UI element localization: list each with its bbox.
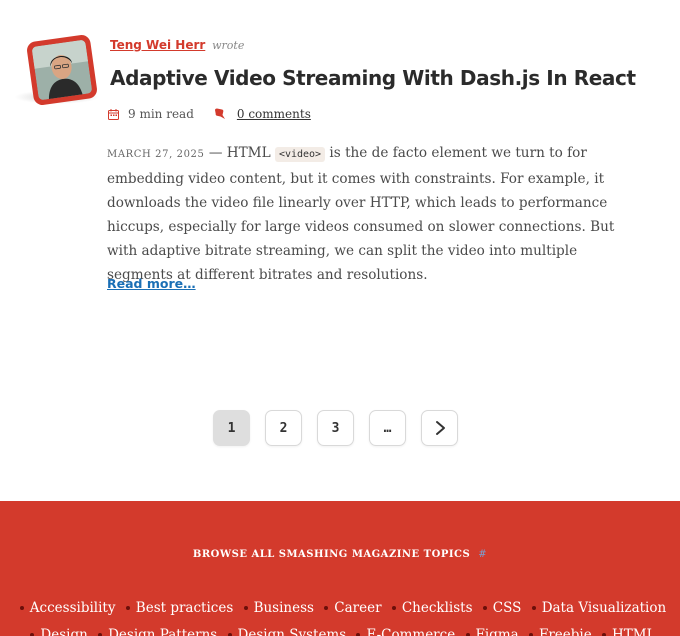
topic-link[interactable]: Design: [40, 627, 87, 636]
bullet: [227, 632, 232, 636]
topics-heading-text: Browse all Smashing Magazine Topics: [192, 549, 471, 560]
page-3-button[interactable]: 3: [317, 410, 354, 446]
video-code-snippet: <video>: [274, 147, 326, 162]
bullet: [602, 632, 607, 636]
topic-link[interactable]: Career: [334, 600, 381, 616]
topic-link[interactable]: Business: [254, 600, 314, 616]
topics-heading: Browse all Smashing Magazine Topics #: [0, 549, 680, 560]
topics-row-2: Design Design Patterns Design Systems E-…: [0, 622, 680, 636]
bullet: [528, 632, 533, 636]
author-line: Teng Wei Herr wrote: [110, 38, 244, 52]
bullet: [465, 632, 470, 636]
article-title[interactable]: Adaptive Video Streaming With Dash.js In…: [110, 66, 636, 90]
date-separator: —: [208, 145, 223, 161]
next-page-button[interactable]: [421, 410, 458, 446]
topics-list: Accessibility Best practices Business Ca…: [0, 595, 680, 636]
bullet: [243, 605, 248, 610]
author-photo: [31, 39, 93, 101]
excerpt-text-start: HTML: [226, 145, 271, 161]
bullet: [531, 605, 536, 610]
bullet: [98, 632, 103, 636]
chevron-right-icon: [435, 421, 445, 435]
bullet: [391, 605, 396, 610]
calendar-icon: [108, 108, 119, 120]
bullet: [356, 632, 361, 636]
article-excerpt: March 27, 2025 — HTML <video> is the de …: [107, 141, 642, 287]
author-avatar[interactable]: [25, 33, 99, 107]
bullet: [324, 605, 329, 610]
topic-link[interactable]: Design Patterns: [108, 627, 217, 636]
comment-icon: [214, 108, 226, 120]
topic-link[interactable]: Data Visualization: [542, 600, 667, 616]
topic-link[interactable]: CSS: [493, 600, 522, 616]
footer-topics: Browse all Smashing Magazine Topics # Ac…: [0, 501, 680, 636]
author-name-link[interactable]: Teng Wei Herr: [110, 38, 205, 52]
read-more-link[interactable]: Read more…: [107, 276, 196, 291]
article-meta: 9 min read 0 comments: [108, 107, 311, 121]
topics-anchor-link[interactable]: #: [478, 549, 487, 560]
topic-link[interactable]: Freebie: [539, 627, 592, 636]
topic-link[interactable]: Best practices: [136, 600, 233, 616]
topic-link[interactable]: Checklists: [402, 600, 473, 616]
read-time: 9 min read: [128, 107, 194, 121]
author-wrote-label: wrote: [212, 39, 245, 52]
topics-row-1: Accessibility Best practices Business Ca…: [0, 595, 680, 622]
topic-link[interactable]: HTML: [612, 627, 656, 636]
comments-link[interactable]: 0 comments: [237, 107, 311, 121]
pagination: 1 2 3 …: [213, 410, 458, 446]
topic-link[interactable]: Figma: [476, 627, 519, 636]
bullet: [30, 632, 35, 636]
bullet: [482, 605, 487, 610]
avatar-frame: [25, 33, 99, 107]
topic-link[interactable]: Accessibility: [30, 600, 116, 616]
topic-link[interactable]: E-Commerce: [366, 627, 455, 636]
bullet: [19, 605, 24, 610]
publish-date: March 27, 2025: [107, 149, 205, 160]
topic-link[interactable]: Design Systems: [238, 627, 347, 636]
more-pages-button[interactable]: …: [369, 410, 406, 446]
bullet: [125, 605, 130, 610]
page-1-button[interactable]: 1: [213, 410, 250, 446]
page-2-button[interactable]: 2: [265, 410, 302, 446]
excerpt-text-rest: is the de facto element we turn to for e…: [107, 145, 615, 283]
